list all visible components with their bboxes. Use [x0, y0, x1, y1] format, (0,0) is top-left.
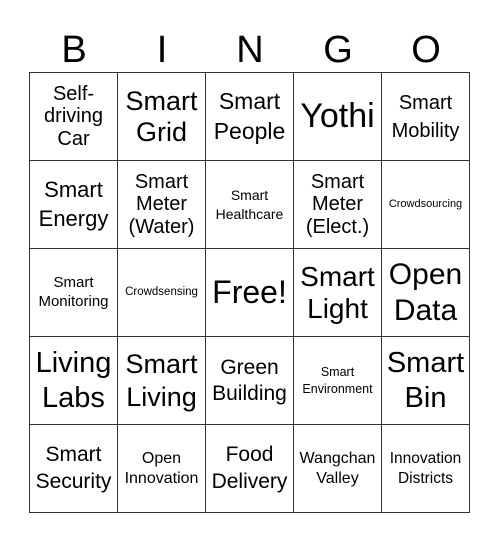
bingo-cell[interactable]: Smart Bin	[382, 337, 470, 425]
bingo-grid: Self-driving Car Smart Grid Smart People…	[29, 72, 470, 513]
bingo-cell[interactable]: Smart Light	[294, 249, 382, 337]
bingo-cell[interactable]: Smart Security	[30, 425, 118, 513]
bingo-cell[interactable]: Crowdsensing	[118, 249, 206, 337]
header-letter-o: O	[411, 29, 441, 71]
bingo-cell[interactable]: Living Labs	[30, 337, 118, 425]
bingo-cell[interactable]: Self-driving Car	[30, 73, 118, 161]
header-letter-b: B	[61, 29, 87, 71]
bingo-cell[interactable]: Open Data	[382, 249, 470, 337]
bingo-cell[interactable]: Smart Healthcare	[206, 161, 294, 249]
bingo-cell[interactable]: Smart Living	[118, 337, 206, 425]
bingo-cell[interactable]: Yothi	[294, 73, 382, 161]
bingo-cell[interactable]: Smart Monitoring	[30, 249, 118, 337]
bingo-cell[interactable]: Smart Meter (Water)	[118, 161, 206, 249]
bingo-cell[interactable]: Smart Grid	[118, 73, 206, 161]
bingo-cell[interactable]: Open Innovation	[118, 425, 206, 513]
header-letter-i: I	[156, 29, 168, 71]
bingo-cell[interactable]: Free!	[206, 249, 294, 337]
bingo-cell[interactable]: Wangchan Valley	[294, 425, 382, 513]
bingo-cell[interactable]: Smart Mobility	[382, 73, 470, 161]
bingo-cell[interactable]: Smart Environment	[294, 337, 382, 425]
bingo-cell[interactable]: Smart Meter (Elect.)	[294, 161, 382, 249]
bingo-header: B I N G O	[30, 28, 470, 72]
bingo-cell[interactable]: Smart Energy	[30, 161, 118, 249]
header-letter-g: G	[323, 29, 353, 71]
bingo-cell[interactable]: Innovation Districts	[382, 425, 470, 513]
header-letter-n: N	[236, 29, 264, 71]
bingo-cell[interactable]: Smart People	[206, 73, 294, 161]
bingo-cell[interactable]: Green Building	[206, 337, 294, 425]
bingo-cell[interactable]: Crowdsourcing	[382, 161, 470, 249]
bingo-cell[interactable]: Food Delivery	[206, 425, 294, 513]
